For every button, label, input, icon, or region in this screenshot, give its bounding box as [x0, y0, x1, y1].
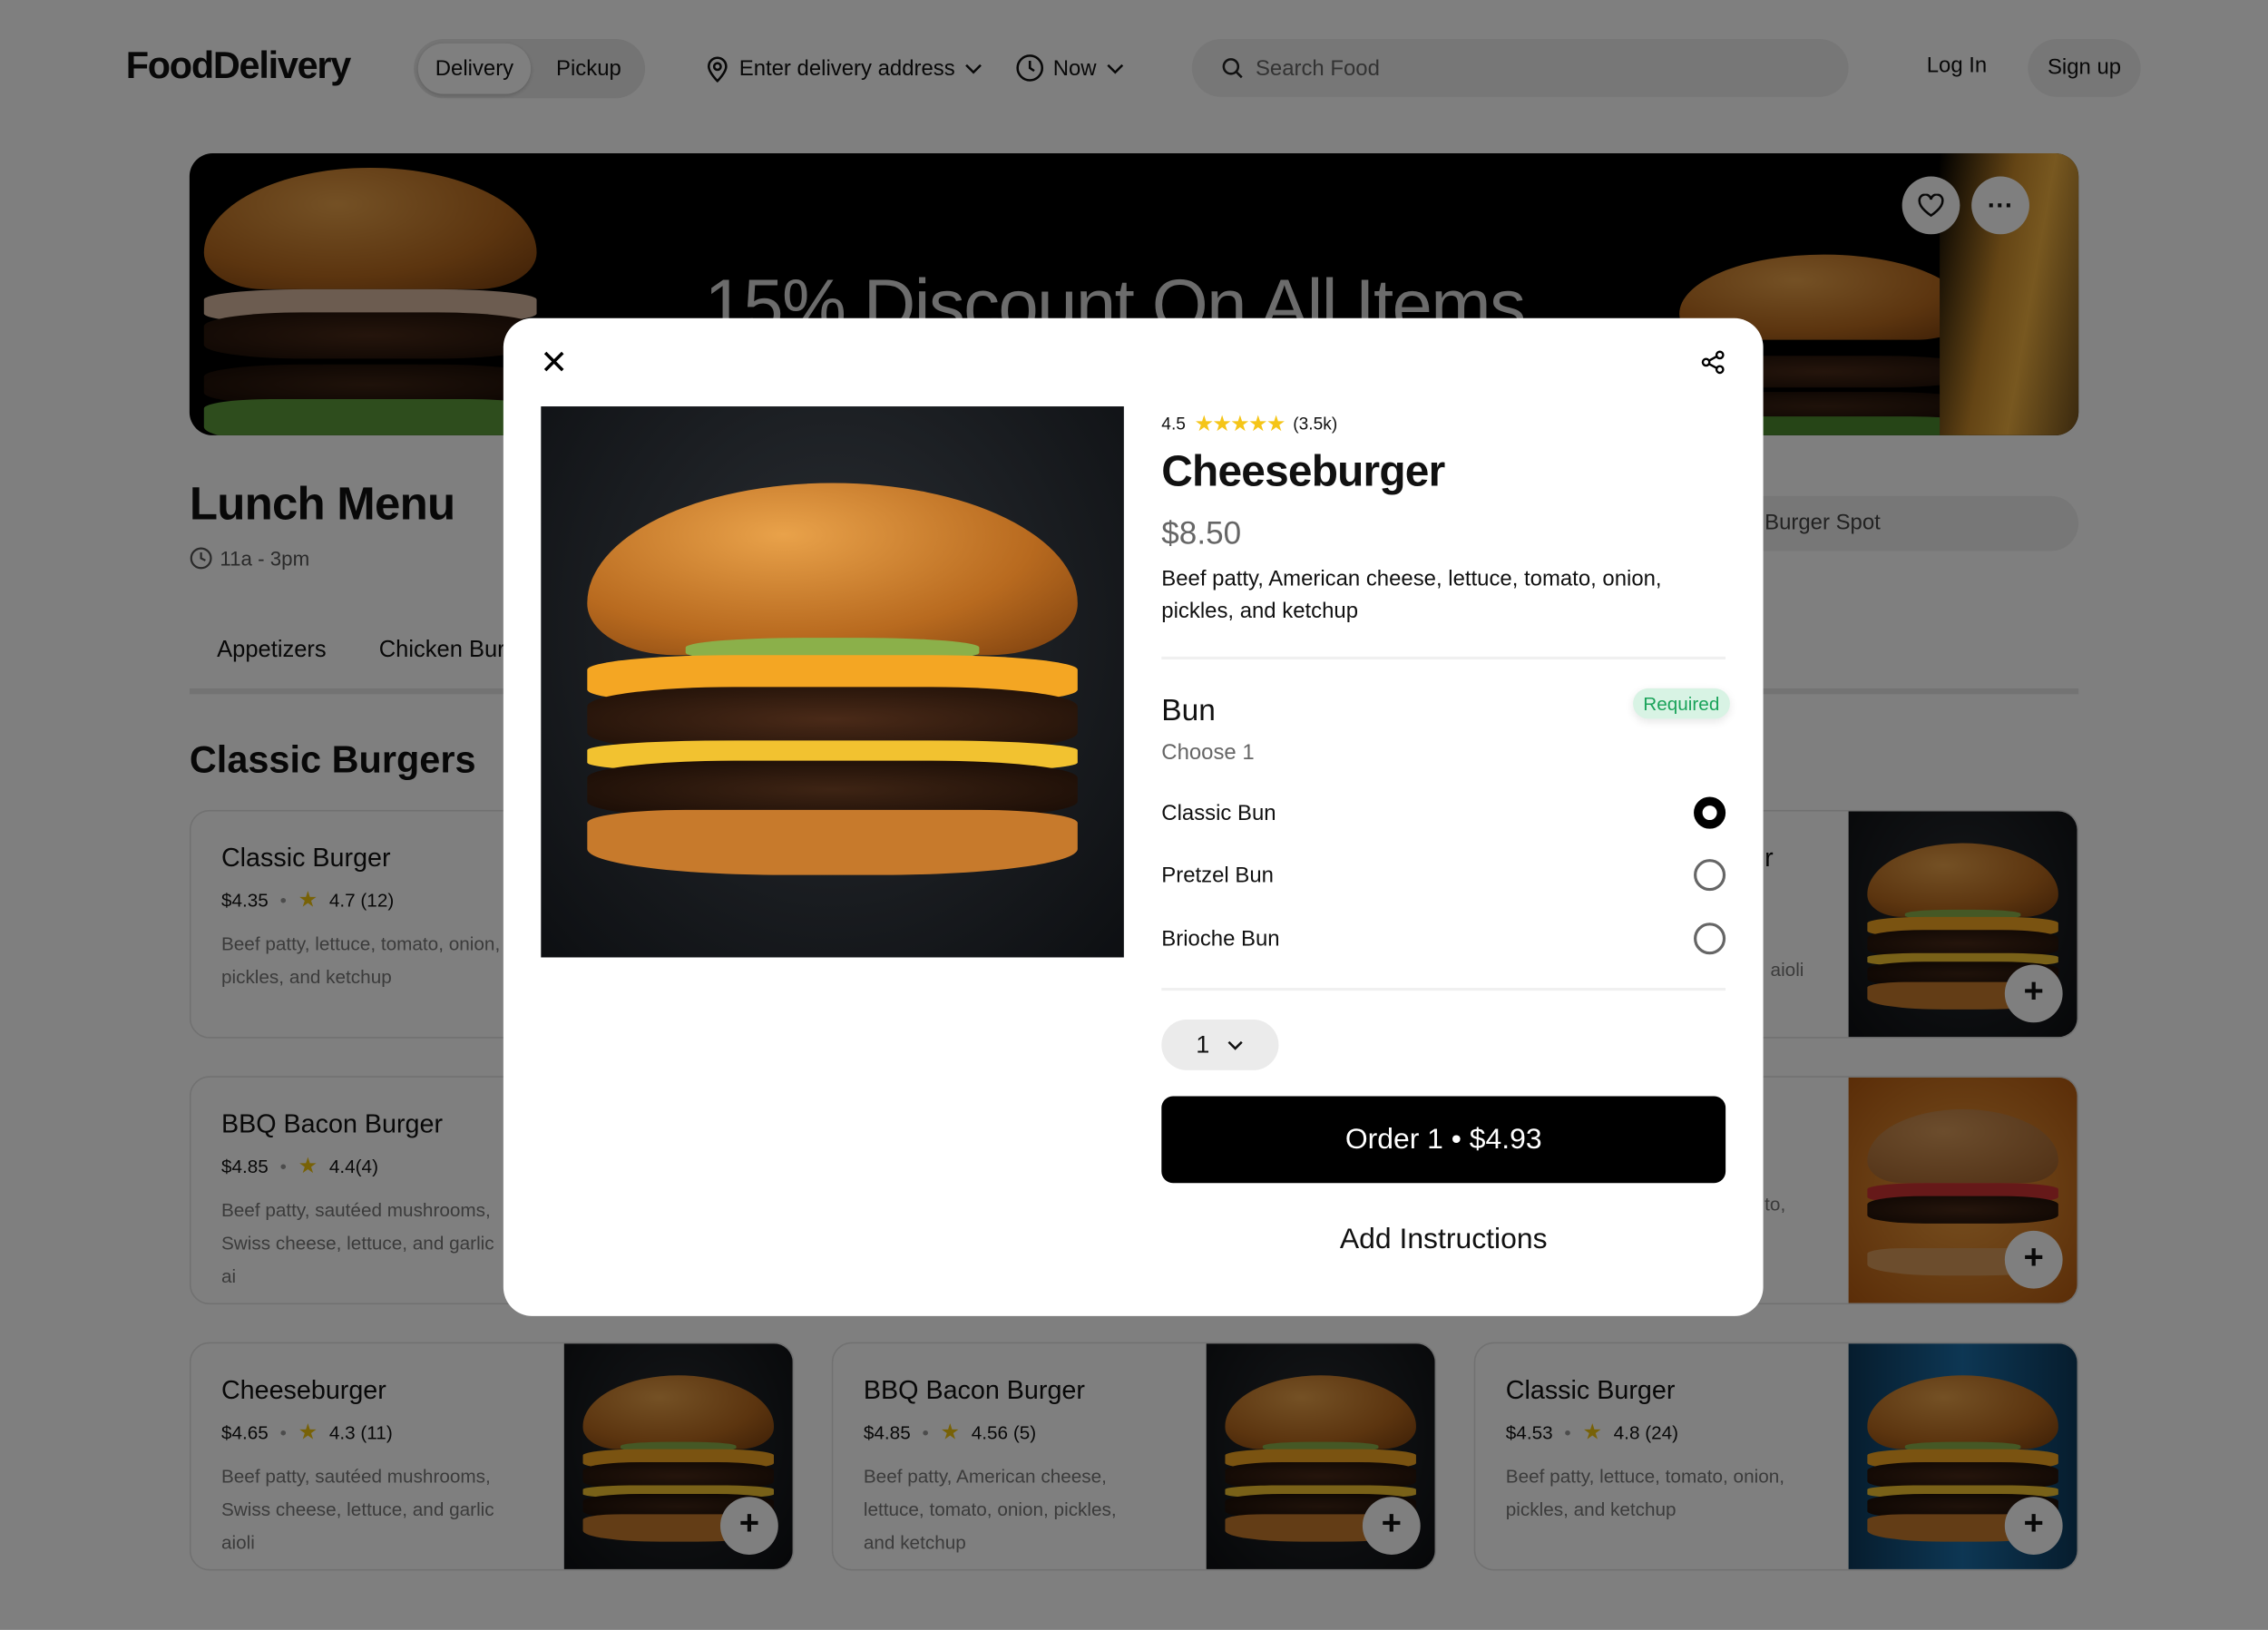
item-description: Beef patty, American cheese, lettuce, to…	[1161, 567, 1662, 624]
radio-unselected[interactable]	[1694, 859, 1726, 892]
item-modal: 4.5 ★★★★★ (3.5k) Cheeseburger $8.50 Beef…	[503, 317, 1764, 1316]
option-group-subtitle: Choose 1	[1161, 740, 1255, 766]
star-rating-icons: ★★★★★	[1194, 412, 1286, 437]
close-icon[interactable]	[543, 350, 566, 374]
chevron-down-icon	[1227, 1040, 1244, 1049]
item-price: $8.50	[1161, 514, 1242, 551]
option-label: Pretzel Bun	[1161, 863, 1274, 888]
add-instructions-button[interactable]: Add Instructions	[1161, 1224, 1725, 1257]
quantity-value: 1	[1196, 1030, 1210, 1059]
quantity-select[interactable]: 1	[1161, 1020, 1279, 1070]
item-title: Cheeseburger	[1161, 448, 1445, 496]
rating-count: (3.5k)	[1293, 413, 1338, 434]
order-button[interactable]: Order 1 • $4.93	[1161, 1096, 1726, 1184]
item-image	[541, 406, 1124, 958]
divider	[1161, 987, 1726, 991]
radio-unselected[interactable]	[1694, 922, 1726, 955]
option-label: Classic Bun	[1161, 800, 1276, 825]
option-classic-bun[interactable]: Classic Bun	[1161, 795, 1726, 830]
option-pretzel-bun[interactable]: Pretzel Bun	[1161, 857, 1726, 892]
radio-selected[interactable]	[1694, 796, 1726, 829]
rating-value: 4.5	[1161, 413, 1186, 434]
page: FoodDelivery Delivery Pickup Enter deliv…	[0, 0, 2268, 1630]
option-brioche-bun[interactable]: Brioche Bun	[1161, 922, 1726, 956]
required-badge: Required	[1633, 688, 1730, 719]
item-rating: 4.5 ★★★★★ (3.5k)	[1161, 411, 1725, 437]
share-icon[interactable]	[1701, 350, 1725, 375]
option-label: Brioche Bun	[1161, 926, 1280, 952]
divider	[1161, 656, 1726, 660]
